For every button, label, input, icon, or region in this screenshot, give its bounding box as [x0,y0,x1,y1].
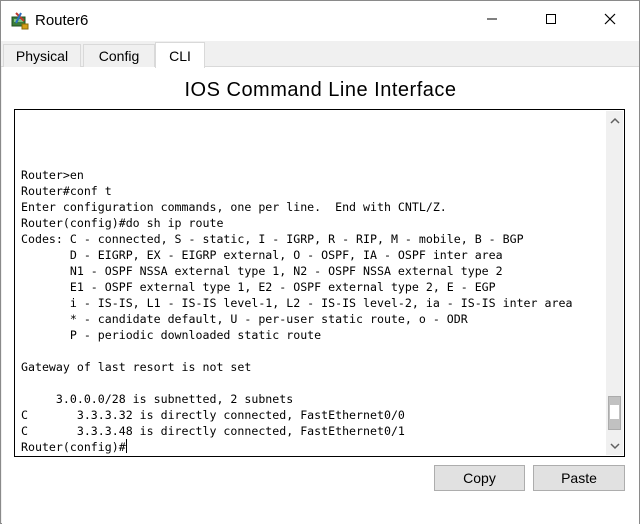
terminal-console[interactable]: Router>en Router#conf t Enter configurat… [14,109,625,457]
terminal-output[interactable]: Router>en Router#conf t Enter configurat… [21,167,603,455]
maximize-icon [545,12,557,30]
router-icon [10,11,30,31]
close-icon [604,12,616,30]
terminal-line: P - periodic downloaded static route [21,328,322,342]
terminal-line: Gateway of last resort is not set [21,360,252,374]
tab-physical[interactable]: Physical [3,44,81,67]
scroll-up-button[interactable] [606,111,623,129]
text-cursor [125,439,127,453]
terminal-line: Router#conf t [21,184,112,198]
window-title: Router6 [35,12,89,29]
terminal-line: Router>en [21,168,84,182]
terminal-line: D - EIGRP, EX - EIGRP external, O - OSPF… [21,248,503,262]
chevron-up-icon [609,111,620,129]
terminal-line: C 3.3.3.32 is directly connected, FastEt… [21,408,405,422]
command-prompt-line[interactable]: Router(config)# [21,439,603,455]
maximize-button[interactable] [528,1,574,41]
scrollbar-thumb-grip [610,405,619,419]
minimize-icon [486,12,498,30]
scrollbar-thumb[interactable] [608,396,621,430]
router-window: Router6 Physical Config CLI IOS Command … [0,0,640,524]
cli-panel: IOS Command Line Interface Router>en Rou… [2,67,639,524]
command-prompt: Router(config)# [21,440,126,454]
tab-config[interactable]: Config [83,44,155,67]
minimize-button[interactable] [469,1,515,41]
vertical-scrollbar[interactable] [606,111,623,455]
tab-strip: Physical Config CLI [1,41,639,68]
terminal-line: E1 - OSPF external type 1, E2 - OSPF ext… [21,280,496,294]
terminal-line: * - candidate default, U - per-user stat… [21,312,468,326]
terminal-line: Enter configuration commands, one per li… [21,200,447,214]
tab-cli[interactable]: CLI [155,42,205,68]
title-bar[interactable]: Router6 [1,1,639,41]
chevron-down-icon [609,437,620,455]
scroll-down-button[interactable] [606,437,623,455]
terminal-line: Codes: C - connected, S - static, I - IG… [21,232,524,246]
terminal-line: Router(config)#do sh ip route [21,216,224,230]
cli-heading: IOS Command Line Interface [184,79,457,101]
close-button[interactable] [587,1,633,41]
copy-button[interactable]: Copy [434,465,525,491]
terminal-line: 3.0.0.0/28 is subnetted, 2 subnets [21,392,294,406]
paste-button[interactable]: Paste [533,465,625,491]
terminal-line: N1 - OSPF NSSA external type 1, N2 - OSP… [21,264,503,278]
terminal-line: C 3.3.3.48 is directly connected, FastEt… [21,424,405,438]
terminal-line: i - IS-IS, L1 - IS-IS level-1, L2 - IS-I… [21,296,573,310]
